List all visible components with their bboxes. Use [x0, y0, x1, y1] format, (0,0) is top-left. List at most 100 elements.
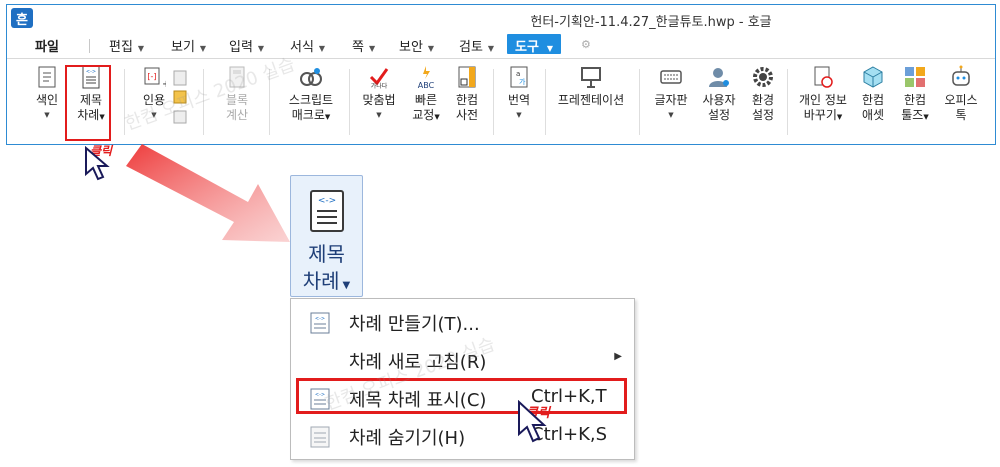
menu-item-refresh-toc[interactable]: 차례 새로 고침(R) ▶	[291, 343, 634, 377]
presentation-label: 프레젠테이션	[557, 93, 625, 107]
presentation-button[interactable]: 프레젠테이션	[551, 65, 631, 108]
office-talk-button[interactable]: 오피스 톡	[939, 65, 983, 123]
menu-insert[interactable]: 입력 ▼	[229, 36, 264, 55]
macro-icon	[300, 68, 322, 86]
env-settings-button[interactable]: 환경 설정	[745, 65, 781, 123]
block-calc-button[interactable]: 블록 계산	[217, 65, 257, 123]
menu-item-hide-toc[interactable]: 차례 숨기기(H) Ctrl+K,S	[291, 419, 634, 453]
keyboard-label: 글자판	[654, 93, 688, 107]
index-button[interactable]: 색인 ▼	[29, 65, 65, 123]
ribbon-divider	[349, 69, 350, 135]
menu-edit[interactable]: 편집 ▼	[109, 36, 144, 55]
menu-tools[interactable]: 도구 ▼	[507, 34, 562, 55]
submenu-arrow-icon: ▶	[614, 351, 622, 362]
index-icon	[38, 66, 56, 88]
keyboard-icon	[660, 70, 682, 84]
chevron-down-icon: ▼	[137, 44, 145, 53]
quote-tools-icon	[173, 70, 187, 124]
menu-insert-label: 입력	[229, 40, 253, 55]
chevron-down-icon: ▼	[44, 111, 50, 119]
spellcheck-button[interactable]: 가나다 맞춤법 ▼	[357, 65, 401, 123]
ribbon-divider	[124, 69, 125, 135]
chevron-down-icon: ▼	[324, 113, 331, 121]
svg-text:[-]: [-]	[147, 72, 156, 81]
presentation-icon	[581, 67, 601, 88]
chevron-down-icon: ▼	[923, 113, 929, 121]
quick-fix-label-line2: 교정	[412, 108, 435, 122]
toc-highlight-box	[65, 65, 111, 141]
menu-format[interactable]: 서식 ▼	[290, 36, 325, 55]
chevron-down-icon: ▼	[342, 280, 351, 291]
hancom-asset-button[interactable]: 한컴 애셋	[855, 65, 891, 123]
translate-label: 번역	[507, 93, 531, 107]
gear-icon	[753, 67, 773, 87]
office-talk-label-line1: 오피스	[944, 93, 978, 107]
privacy-button[interactable]: 개인 정보 바꾸기▼	[793, 65, 853, 125]
keyboard-button[interactable]: 글자판 ▼	[649, 65, 693, 123]
toc-zoomed-label-line2: 차례 ▼	[291, 265, 362, 294]
svg-text:+: +	[162, 79, 166, 89]
script-macro-button[interactable]: 스크립트 매크로▼	[279, 65, 343, 125]
chevron-down-icon: ▼	[516, 111, 522, 119]
chevron-down-icon: ▼	[427, 44, 435, 53]
office-talk-label-line2: 톡	[955, 108, 967, 122]
menu-page[interactable]: 쪽 ▼	[352, 36, 375, 55]
svg-text:<->: <->	[318, 196, 336, 206]
hancom-tools-button[interactable]: 한컴 툴즈▼	[897, 65, 933, 125]
quote-icon: [-] +	[144, 67, 166, 89]
menu-review[interactable]: 검토 ▼	[459, 36, 494, 55]
menu-format-label: 서식	[290, 40, 314, 55]
index-label: 색인	[35, 93, 59, 107]
chevron-down-icon: ▼	[318, 44, 326, 53]
hancom-asset-label-line2: 애셋	[861, 108, 885, 122]
menu-item-create-toc[interactable]: <-> 차례 만들기(T)...	[291, 305, 634, 339]
privacy-label-line2: 바꾸기	[803, 108, 837, 122]
menu-tools-label: 도구	[515, 40, 539, 55]
mouse-cursor-icon	[518, 400, 547, 443]
toc-hide-icon	[310, 426, 330, 448]
svg-text:가: 가	[519, 77, 526, 86]
chevron-down-icon: ▼	[836, 113, 843, 121]
tools-grid-icon	[905, 67, 925, 87]
window-title: 헌터-기획안-11.4.27_한글튜토.hwp - 호글	[530, 15, 772, 30]
translate-icon: a가	[510, 66, 528, 88]
quick-fix-label-line1: 빠른	[414, 93, 438, 107]
quote-sub-buttons[interactable]	[167, 69, 197, 133]
script-macro-label-line1: 스크립트	[288, 93, 334, 107]
chevron-down-icon: ▼	[368, 44, 376, 53]
user-settings-icon	[709, 68, 729, 87]
toc-button-zoomed[interactable]: <-> 제목 차례 ▼	[290, 175, 363, 297]
ribbon-divider	[203, 69, 204, 135]
user-settings-label-line2: 설정	[707, 108, 731, 122]
svg-text:a: a	[516, 70, 520, 78]
dictionary-label-line1: 한컴	[455, 93, 479, 107]
menu-security[interactable]: 보안 ▼	[399, 36, 434, 55]
quick-fix-button[interactable]: ABC 빠른 교정▼	[407, 65, 445, 125]
chevron-down-icon: ▼	[546, 44, 554, 53]
chevron-down-icon: ▼	[199, 44, 207, 53]
ribbon-toolbar: 색인 ▼ <-> 제목 차례▼ [-]+ 인용 ▼ 블록 계산 스크	[7, 58, 995, 145]
menu-bar: 파일 편집 ▼ 보기 ▼ 입력 ▼ 서식 ▼ 쪽 ▼ 보안 ▼ 검토 ▼ 도구 ▼ ⚙	[7, 33, 995, 57]
menu-item-label: 차례 새로 고침(R)	[349, 352, 487, 373]
menu-view[interactable]: 보기 ▼	[171, 36, 206, 55]
translate-button[interactable]: a가 번역 ▼	[501, 65, 537, 123]
chevron-down-icon: ▼	[668, 111, 674, 119]
quote-label: 인용	[142, 93, 166, 107]
toc-doc-icon: <->	[310, 190, 344, 232]
dictionary-label-line2: 사전	[455, 108, 479, 122]
calculator-icon	[229, 66, 245, 88]
privacy-label-line1: 개인 정보	[799, 93, 847, 107]
asset-cube-icon	[863, 66, 883, 88]
user-settings-button[interactable]: 사용자 설정	[697, 65, 741, 123]
svg-text:가나다: 가나다	[371, 82, 388, 89]
dictionary-button[interactable]: 한컴 사전	[449, 65, 485, 123]
hancom-tools-label-line2: 툴즈	[901, 108, 924, 122]
show-heading-toc-highlight	[296, 378, 627, 414]
chevron-down-icon: ▼	[376, 111, 382, 119]
menu-file[interactable]: 파일	[35, 36, 59, 55]
dictionary-icon	[458, 66, 476, 88]
env-settings-label-line2: 설정	[751, 108, 775, 122]
pin-icon[interactable]: ⚙	[581, 38, 591, 51]
quick-fix-icon: ABC	[418, 66, 435, 89]
chevron-down-icon: ▼	[487, 44, 495, 53]
